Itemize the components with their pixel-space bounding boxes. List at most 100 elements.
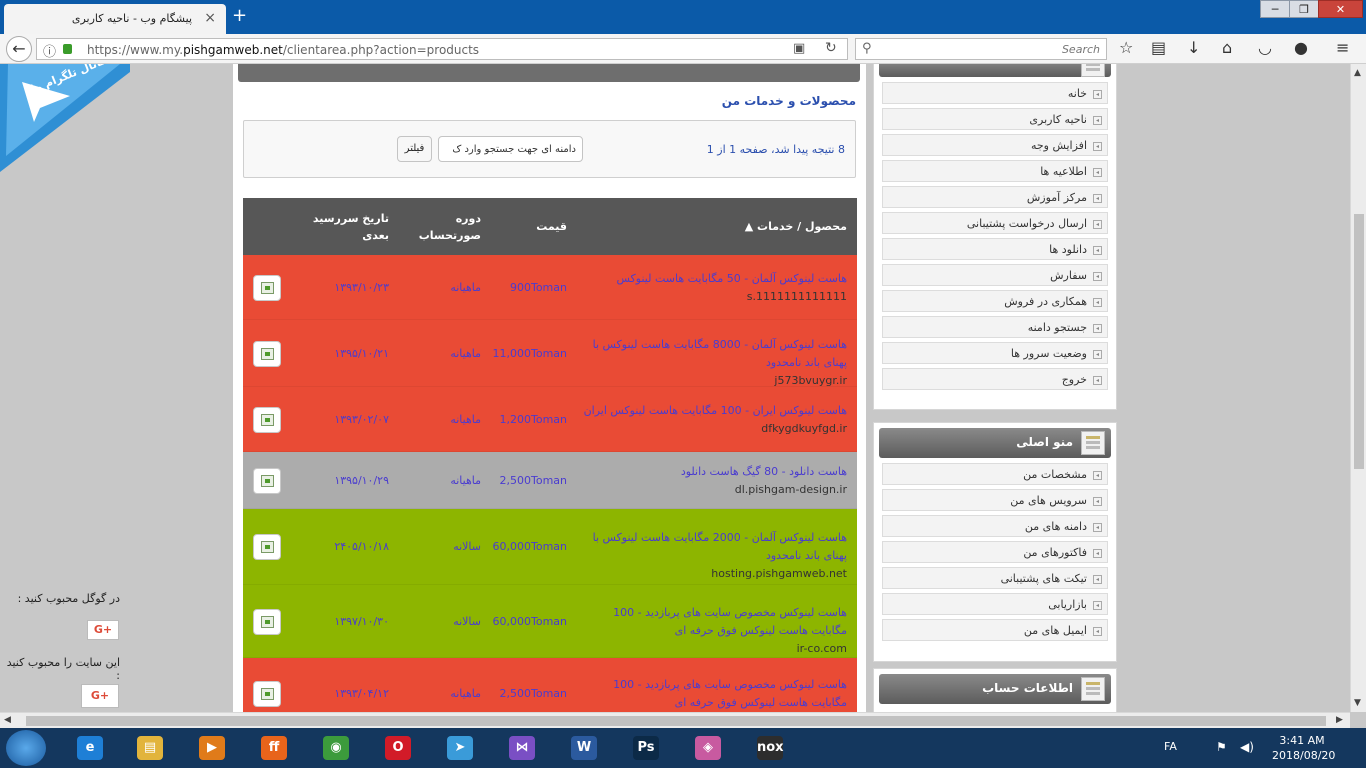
product-cell[interactable]: هاست لینوکس مخصوص سایت های پربازدید - 10… [577, 676, 847, 712]
sidebar-menu-item[interactable]: ◂ وضعیت سرور ها [882, 342, 1108, 364]
maximize-window-button[interactable]: ❐ [1289, 0, 1319, 18]
telegram-channel-banner[interactable]: کانال تلگرام ما [0, 64, 130, 172]
telegram-taskbar-button[interactable]: ➤ [432, 730, 488, 766]
sidebar-menu-item[interactable]: ◂ خروج [882, 368, 1108, 390]
sidebar-menu-item[interactable]: ◂ مشخصات من [882, 463, 1108, 485]
table-row[interactable]: هاست لینوکس آلمان - 8000 مگابایت هاست لی… [243, 320, 857, 387]
scroll-down-arrow-icon[interactable]: ▼ [1354, 698, 1361, 708]
domain-search-input[interactable] [438, 136, 583, 162]
network-icon[interactable]: ⚑ [1216, 740, 1227, 754]
site-google-plus-button[interactable]: G+ [81, 684, 119, 708]
active-tab[interactable]: پیشگام وب - ناحیه کاربری × [4, 4, 226, 34]
media-player-taskbar-button[interactable]: ▶ [184, 730, 240, 766]
sidebar-menu-item[interactable]: ◂ خانه [882, 82, 1108, 104]
sidebar-menu-item[interactable]: ◂ تیکت های پشتیبانی [882, 567, 1108, 589]
address-bar[interactable]: ⓘ https://www.my.pishgamweb.net/clientar… [36, 38, 848, 60]
header-next-due-date[interactable]: تاریخ سررسید بعدی [313, 210, 389, 244]
sidebar-menu-item[interactable]: ◂ اطلاعیه ها [882, 160, 1108, 182]
product-cell[interactable]: هاست لینوکس آلمان - 50 مگابایت هاست لینو… [577, 270, 847, 306]
bookmark-star-icon[interactable]: ☆ [1119, 39, 1133, 57]
view-details-button[interactable] [253, 534, 281, 560]
generic-app-taskbar-button[interactable]: ◈ [680, 730, 736, 766]
vertical-scroll-thumb[interactable] [1354, 214, 1364, 469]
sidebar-menu-item[interactable]: ◂ مرکز آموزش [882, 186, 1108, 208]
internet-explorer-taskbar-button[interactable]: e [62, 730, 118, 766]
minimize-window-button[interactable]: ─ [1260, 0, 1290, 18]
horizontal-scroll-thumb[interactable] [26, 716, 1326, 726]
product-cell[interactable]: هاست دانلود - 80 گیگ هاست دانلود dl.pishg… [577, 463, 847, 499]
url-text[interactable]: https://www.my.pishgamweb.net/clientarea… [87, 43, 479, 57]
sidebar-menu-item[interactable]: ◂ دامنه های من [882, 515, 1108, 537]
volume-icon[interactable]: ◀) [1240, 740, 1254, 754]
file-explorer-taskbar-button[interactable]: ▤ [122, 730, 178, 766]
header-billing-cycle[interactable]: دوره صورتحساب [419, 210, 481, 244]
start-button[interactable] [6, 730, 46, 766]
download-icon[interactable]: ↓ [1187, 39, 1200, 57]
sidebar-menu-item[interactable]: ◂ ناحیه کاربری [882, 108, 1108, 130]
scroll-left-arrow-icon[interactable]: ◀ [4, 715, 11, 725]
firefox-taskbar-button[interactable]: ff [246, 730, 302, 766]
search-box[interactable]: ⚲ Search [855, 38, 1107, 60]
close-window-button[interactable]: ✕ [1318, 0, 1363, 18]
sidebar-menu-item[interactable]: ◂ سرویس های من [882, 489, 1108, 511]
table-row[interactable]: هاست لینوکس ایران - 100 مگابایت هاست لین… [243, 387, 857, 452]
account-icon[interactable]: ● [1294, 39, 1308, 57]
product-name[interactable]: هاست لینوکس آلمان - 2000 مگابایت هاست لی… [593, 531, 847, 562]
table-row[interactable]: هاست دانلود - 80 گیگ هاست دانلود dl.pishg… [243, 452, 857, 509]
product-cell[interactable]: هاست لینوکس ایران - 100 مگابایت هاست لین… [577, 402, 847, 438]
view-details-button[interactable] [253, 340, 281, 367]
header-product[interactable]: محصول / خدمات ▲ [745, 218, 847, 235]
view-details-button[interactable] [253, 274, 281, 301]
table-row[interactable]: هاست لینوکس آلمان - 2000 مگابایت هاست لی… [243, 509, 857, 585]
photoshop-taskbar-button[interactable]: Ps [618, 730, 674, 766]
product-name[interactable]: هاست لینوکس آلمان - 8000 مگابایت هاست لی… [593, 338, 847, 369]
table-row[interactable]: هاست لینوکس آلمان - 50 مگابایت هاست لینو… [243, 255, 857, 320]
word-taskbar-button[interactable]: W [556, 730, 612, 766]
view-details-button[interactable] [253, 681, 281, 707]
sidebar-menu-item[interactable]: ◂ سفارش [882, 264, 1108, 286]
product-cell[interactable]: هاست لینوکس مخصوص سایت های پربازدید - 10… [577, 604, 847, 658]
horizontal-scrollbar[interactable]: ◀ ▶ [0, 712, 1350, 728]
visual-studio-taskbar-button[interactable]: ⋈ [494, 730, 550, 766]
product-name[interactable]: هاست دانلود - 80 گیگ هاست دانلود [681, 465, 847, 478]
sidebar-menu-item[interactable]: ◂ دانلود ها [882, 238, 1108, 260]
view-details-button[interactable] [253, 608, 281, 635]
product-cell[interactable]: هاست لینوکس آلمان - 2000 مگابایت هاست لی… [577, 529, 847, 583]
chrome-taskbar-button[interactable]: ◉ [308, 730, 364, 766]
product-name[interactable]: هاست لینوکس آلمان - 50 مگابایت هاست لینو… [617, 272, 847, 285]
nox-taskbar-button[interactable]: nox [742, 730, 798, 766]
product-name[interactable]: هاست لینوکس ایران - 100 مگابایت هاست لین… [584, 404, 847, 417]
view-details-button[interactable] [253, 467, 281, 494]
sidebar-menu-item[interactable]: ◂ بازاریابی [882, 593, 1108, 615]
table-row[interactable]: هاست لینوکس مخصوص سایت های پربازدید - 10… [243, 658, 857, 712]
close-tab-icon[interactable]: × [204, 10, 216, 26]
view-details-button[interactable] [253, 406, 281, 433]
pocket-icon[interactable]: ◡ [1258, 39, 1272, 57]
sidebar-menu-item[interactable]: ◂ جستجو دامنه [882, 316, 1108, 338]
reader-view-icon[interactable]: ▣ [793, 41, 805, 56]
sidebar-menu-item[interactable]: ◂ فاکتورهای من [882, 541, 1108, 563]
product-cell[interactable]: هاست لینوکس آلمان - 8000 مگابایت هاست لی… [577, 336, 847, 390]
filter-button[interactable]: فیلتر [397, 136, 432, 162]
home-icon[interactable]: ⌂ [1222, 39, 1232, 57]
input-language[interactable]: FA [1164, 740, 1177, 753]
hamburger-menu-icon[interactable]: ≡ [1336, 39, 1349, 57]
vertical-scrollbar[interactable]: ▲ ▼ [1350, 64, 1366, 712]
product-name[interactable]: هاست لینوکس مخصوص سایت های پربازدید - 10… [613, 606, 847, 637]
sidebar-menu-item[interactable]: ◂ ایمیل های من [882, 619, 1108, 641]
google-plus-button[interactable]: G+ [87, 620, 119, 640]
sidebar-menu-item[interactable]: ◂ ارسال درخواست پشتیبانی [882, 212, 1108, 234]
scroll-up-arrow-icon[interactable]: ▲ [1354, 68, 1361, 78]
site-info-icon[interactable]: ⓘ [43, 41, 56, 60]
product-name[interactable]: هاست لینوکس مخصوص سایت های پربازدید - 10… [613, 678, 847, 709]
clock[interactable]: 3:41 AM 2018/08/20 [1272, 733, 1335, 763]
table-row[interactable]: هاست لینوکس مخصوص سایت های پربازدید - 10… [243, 585, 857, 658]
reload-icon[interactable]: ↻ [825, 40, 837, 56]
opera-taskbar-button[interactable]: O [370, 730, 426, 766]
new-tab-icon[interactable]: + [232, 5, 247, 26]
sidebar-menu-item[interactable]: ◂ افزایش وجه [882, 134, 1108, 156]
back-arrow-icon[interactable]: ← [6, 36, 32, 62]
scroll-right-arrow-icon[interactable]: ▶ [1336, 715, 1343, 725]
header-price[interactable]: قیمت [536, 218, 567, 235]
sidebar-menu-item[interactable]: ◂ همکاری در فروش [882, 290, 1108, 312]
